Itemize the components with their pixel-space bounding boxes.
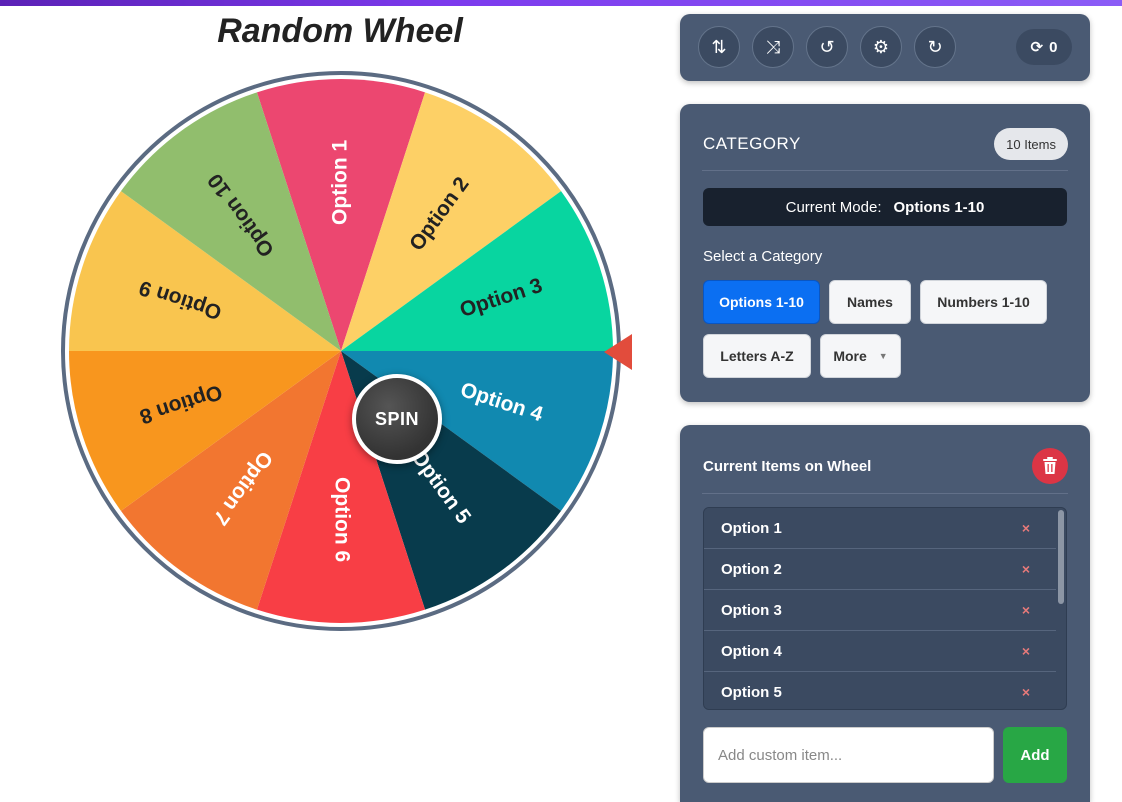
- category-more-dropdown[interactable]: More ▼: [820, 334, 901, 378]
- history-glyph: ↺: [819, 36, 835, 57]
- mode-label: Current Mode:: [785, 198, 882, 216]
- category-title: CATEGORY: [703, 134, 801, 153]
- category-options-button[interactable]: Options 1-10: [703, 280, 820, 324]
- item-label: Option 4: [721, 642, 782, 660]
- remove-item-button[interactable]: ×: [1022, 643, 1030, 659]
- sort-az-icon[interactable]: ⇅: [698, 26, 740, 68]
- wheel-pointer-icon: [604, 334, 632, 370]
- wheel-segment-label: Option 6: [330, 477, 353, 562]
- item-label: Option 5: [721, 683, 782, 701]
- refresh-icon: ⟳: [1030, 39, 1044, 56]
- list-item: Option 2 ×: [704, 549, 1056, 590]
- shuffle-glyph: ⤨: [765, 36, 781, 57]
- wheel-graphic[interactable]: Option 1 Option 2Option 3Option 4Option 5…: [58, 68, 624, 634]
- gear-glyph: ⚙: [872, 36, 890, 57]
- more-label: More: [833, 348, 867, 364]
- trash-icon: [1043, 457, 1057, 474]
- items-panel: Current Items on Wheel Option 1 × Option…: [680, 425, 1090, 802]
- list-scrollbar[interactable]: [1058, 510, 1064, 604]
- remove-item-button[interactable]: ×: [1022, 561, 1030, 577]
- add-button[interactable]: Add: [1003, 727, 1067, 783]
- category-letters-button[interactable]: Letters A-Z: [703, 334, 811, 378]
- items-list[interactable]: Option 1 × Option 2 × Option 3 × Option …: [703, 507, 1067, 710]
- wheel[interactable]: Option 1 Option 2 Option 3 Option 4 Option 5…: [58, 68, 624, 634]
- divider: [702, 170, 1068, 171]
- list-item: Option 1 ×: [704, 508, 1056, 549]
- wheel-segment-label: Option 1: [329, 139, 352, 224]
- redo-icon[interactable]: ↻: [914, 26, 956, 68]
- list-item: Option 5 ×: [704, 672, 1056, 709]
- shuffle-icon[interactable]: ⤨: [752, 26, 794, 68]
- custom-item-input[interactable]: [703, 727, 994, 783]
- item-label: Option 3: [721, 601, 782, 619]
- remove-item-button[interactable]: ×: [1022, 684, 1030, 700]
- history-icon[interactable]: ↺: [806, 26, 848, 68]
- item-label: Option 2: [721, 560, 782, 578]
- spin-button[interactable]: SPIN: [352, 374, 442, 464]
- mode-value: Options 1-10: [893, 198, 985, 216]
- remove-item-button[interactable]: ×: [1022, 602, 1030, 618]
- items-title: Current Items on Wheel: [703, 458, 872, 475]
- chevron-down-icon: ▼: [878, 351, 888, 361]
- divider: [702, 493, 1068, 494]
- sort-glyph: ⇅: [711, 36, 727, 57]
- items-count-badge: 10 Items: [994, 128, 1068, 160]
- redo-glyph: ↻: [927, 36, 943, 57]
- category-panel: CATEGORY 10 Items Current Mode: Options …: [680, 104, 1090, 402]
- gear-icon[interactable]: ⚙: [860, 26, 902, 68]
- spin-counter: ⟳ 0: [1016, 29, 1072, 65]
- page-title: Random Wheel: [217, 12, 463, 50]
- toolbar-panel: ⇅ ⤨ ↺ ⚙ ↻ ⟳ 0: [680, 14, 1090, 81]
- category-numbers-button[interactable]: Numbers 1-10: [920, 280, 1047, 324]
- item-label: Option 1: [721, 519, 782, 537]
- spin-count: 0: [1049, 38, 1058, 56]
- current-mode-bar: Current Mode: Options 1-10: [703, 188, 1067, 226]
- select-category-label: Select a Category: [703, 248, 823, 265]
- category-names-button[interactable]: Names: [829, 280, 911, 324]
- list-item: Option 4 ×: [704, 631, 1056, 672]
- clear-all-button[interactable]: [1032, 448, 1068, 484]
- top-accent-bar: [0, 0, 1122, 6]
- list-item: Option 3 ×: [704, 590, 1056, 631]
- remove-item-button[interactable]: ×: [1022, 520, 1030, 536]
